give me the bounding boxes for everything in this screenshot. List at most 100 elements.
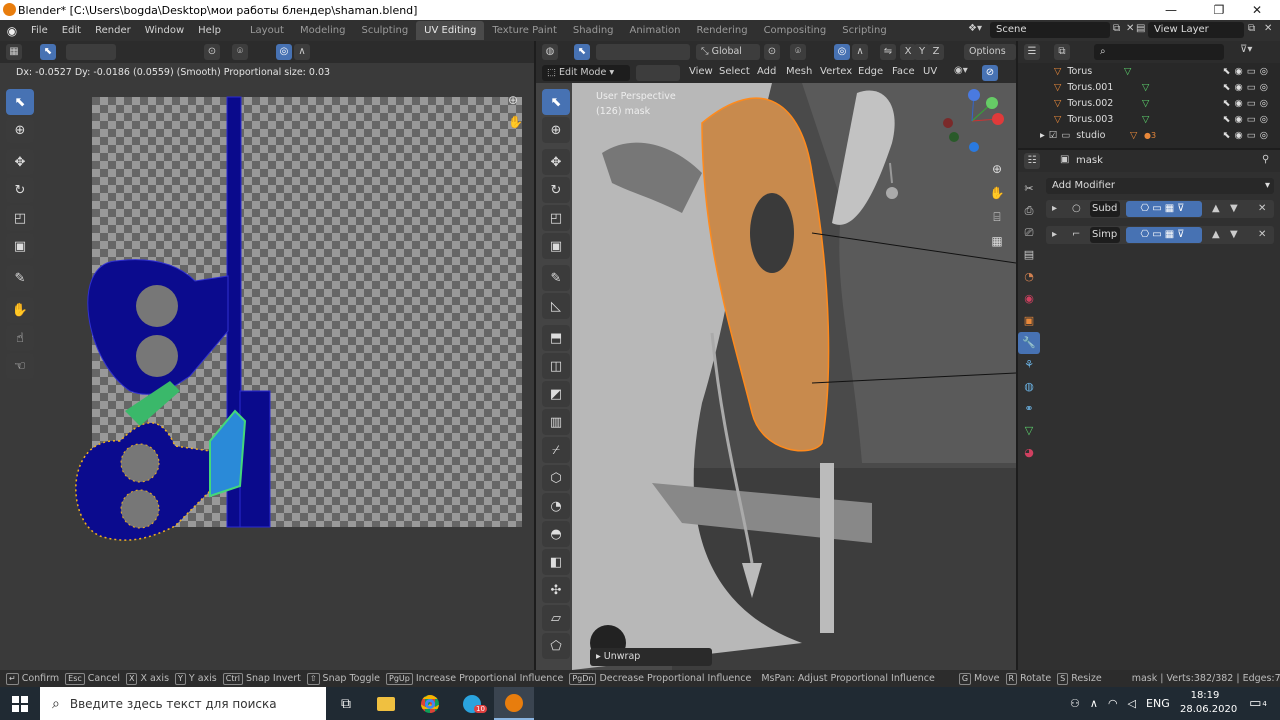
- uv-zoom-icon[interactable]: ⊕: [508, 93, 518, 107]
- pin-icon[interactable]: ⚲: [1262, 154, 1269, 165]
- object-tab-icon[interactable]: ▣: [1018, 310, 1040, 332]
- outliner-row[interactable]: ▸ ☑ ▭ studio ▽ ●3 ⬉◉▭◎: [1018, 128, 1280, 144]
- remove-modifier-icon[interactable]: ✕: [1258, 203, 1266, 214]
- move-down-icon[interactable]: ▼: [1230, 203, 1238, 214]
- 3d-viewport[interactable]: ◍ ⬉ ⤡ Global ⊙ ⌾ ◎ ∧ ⇋ X Y Z Options ▾ ⬚…: [536, 41, 1016, 670]
- viewport-editor-type-icon[interactable]: ◍: [542, 44, 558, 60]
- camera-view-icon[interactable]: ⌸: [988, 205, 1006, 229]
- rotate-tool[interactable]: ↻: [6, 177, 34, 203]
- snap-icon[interactable]: ⌾: [232, 44, 248, 60]
- outliner-row[interactable]: ▽ Torus.001 ▽ ⬉◉▭◎: [1018, 80, 1280, 96]
- workspace-tab-animation[interactable]: Animation: [622, 21, 689, 40]
- outliner-editor-type-icon[interactable]: ☰: [1024, 44, 1040, 60]
- close-button[interactable]: ✕: [1234, 0, 1280, 20]
- transform-tool[interactable]: ▣: [6, 233, 34, 259]
- workspace-tab-compositing[interactable]: Compositing: [756, 21, 835, 40]
- modifier-toggles-icon[interactable]: ⎔▭▦⊽: [1126, 227, 1202, 243]
- mode-dropdown[interactable]: ⬚ Edit Mode ▾: [542, 65, 630, 81]
- uv-editor[interactable]: ▦ ⬉ ⊙ ⌾ ◎ ∧ Dx: -0.0527 Dy: -0.0186 (0.0…: [0, 41, 534, 670]
- viewport-pivot-icon[interactable]: ⊙: [764, 44, 780, 60]
- viewport-snap-icon[interactable]: ⌾: [790, 44, 806, 60]
- constraints-tab-icon[interactable]: ⚭: [1018, 398, 1040, 420]
- vp-select-tool[interactable]: ⬉: [542, 89, 570, 115]
- shear-tool[interactable]: ▱: [542, 605, 570, 631]
- editor-type-icon[interactable]: ▦: [6, 44, 22, 60]
- smooth-tool[interactable]: ◓: [542, 521, 570, 547]
- people-icon[interactable]: ⚇: [1070, 697, 1080, 710]
- mirror-icon[interactable]: ⇋: [880, 44, 896, 60]
- viewport-select-icon[interactable]: ⬉: [574, 44, 590, 60]
- select-box-tool[interactable]: ⬉: [6, 89, 34, 115]
- clock[interactable]: 18:19 28.06.2020: [1180, 689, 1237, 717]
- modifier-name-field[interactable]: Simp: [1090, 227, 1120, 243]
- particles-tab-icon[interactable]: ⚘: [1018, 354, 1040, 376]
- cursor-tool[interactable]: ⊕: [6, 117, 34, 143]
- vp-rotate-tool[interactable]: ↻: [542, 177, 570, 203]
- uv-sync-select-icon[interactable]: ⬉: [40, 44, 56, 60]
- workspace-tab-scripting[interactable]: Scripting: [834, 21, 894, 40]
- row-toggles-icon[interactable]: ⬉◉▭◎: [1222, 96, 1272, 112]
- vp-cursor-tool[interactable]: ⊕: [542, 117, 570, 143]
- scene-tab-icon[interactable]: ◔: [1018, 266, 1040, 288]
- scale-tool[interactable]: ◰: [6, 205, 34, 231]
- modifier-toggles-icon[interactable]: ⎔▭▦⊽: [1126, 201, 1202, 217]
- extrude-tool[interactable]: ⬒: [542, 325, 570, 351]
- blender-taskbar-icon[interactable]: [494, 687, 534, 720]
- row-toggles-icon[interactable]: ⬉◉▭◎: [1222, 64, 1272, 80]
- bevel-tool[interactable]: ◩: [542, 381, 570, 407]
- proportional-edit-icon[interactable]: ◎: [276, 44, 292, 60]
- workspace-tab-sculpting[interactable]: Sculpting: [353, 21, 416, 40]
- outliner-row[interactable]: ▽ Torus.002 ▽ ⬉◉▭◎: [1018, 96, 1280, 112]
- task-view-button[interactable]: ⧉: [326, 687, 366, 720]
- world-tab-icon[interactable]: ◉: [1018, 288, 1040, 310]
- vp-move-tool[interactable]: ✥: [542, 149, 570, 175]
- scene-selector-icon[interactable]: ❖▾: [968, 23, 982, 34]
- scene-render[interactable]: [572, 83, 1016, 670]
- expand-icon[interactable]: ▸: [1040, 128, 1045, 144]
- notification-center[interactable]: ▭ 4: [1240, 687, 1276, 720]
- element-mode-group[interactable]: [636, 65, 680, 81]
- start-button[interactable]: [0, 687, 40, 720]
- rip-region-tool[interactable]: ⬠: [542, 633, 570, 659]
- outliner-row[interactable]: ▽ Torus.003 ▽ ⬉◉▭◎: [1018, 112, 1280, 128]
- menu-uv[interactable]: UV: [916, 66, 944, 77]
- row-toggles-icon[interactable]: ⬉◉▭◎: [1222, 80, 1272, 96]
- row-toggles-icon[interactable]: ⬉◉▭◎: [1222, 112, 1272, 128]
- annotate-tool[interactable]: ✎: [6, 265, 34, 291]
- scene-copy-icon[interactable]: ⧉: [1113, 23, 1120, 34]
- workspace-tab-modeling[interactable]: Modeling: [292, 21, 354, 40]
- display-mode-icon[interactable]: ⧉: [1054, 44, 1070, 60]
- zoom-icon[interactable]: ⊕: [988, 157, 1006, 181]
- view-layer-remove-icon[interactable]: ✕: [1264, 23, 1272, 34]
- remove-modifier-icon[interactable]: ✕: [1258, 229, 1266, 240]
- vp-annotate-tool[interactable]: ✎: [542, 265, 570, 291]
- tool-tab-icon[interactable]: ✂: [1018, 178, 1040, 200]
- material-tab-icon[interactable]: ◕: [1018, 442, 1040, 464]
- navigation-gizmo[interactable]: [940, 89, 1004, 153]
- modifier-name-field[interactable]: Subd: [1090, 201, 1120, 217]
- select-mode-group[interactable]: [596, 44, 690, 60]
- blender-menu-icon[interactable]: ◉: [0, 24, 24, 38]
- language-indicator[interactable]: ENG: [1146, 697, 1170, 710]
- view-layer-tab-icon[interactable]: ▤: [1018, 244, 1040, 266]
- vp-transform-tool[interactable]: ▣: [542, 233, 570, 259]
- modifier-tab-icon[interactable]: 🔧: [1018, 332, 1040, 354]
- expand-icon[interactable]: ▸: [1052, 229, 1057, 240]
- workspace-tab-shading[interactable]: Shading: [565, 21, 622, 40]
- chrome-icon[interactable]: [410, 687, 450, 720]
- pinch-tool[interactable]: ☜: [6, 353, 34, 379]
- view-layer-field[interactable]: View Layer: [1148, 22, 1244, 38]
- transform-orientation-dropdown[interactable]: ⤡ Global: [696, 44, 760, 60]
- vp-measure-tool[interactable]: ◺: [542, 293, 570, 319]
- knife-tool[interactable]: ⌿: [542, 437, 570, 463]
- edge-slide-tool[interactable]: ◧: [542, 549, 570, 575]
- expand-icon[interactable]: ▸: [1052, 203, 1057, 214]
- row-toggles-icon[interactable]: ⬉◉▭◎: [1222, 128, 1272, 144]
- add-modifier-dropdown[interactable]: Add Modifier ▾: [1046, 178, 1274, 194]
- uv-islands[interactable]: [60, 91, 280, 591]
- move-up-icon[interactable]: ▲: [1212, 229, 1220, 240]
- physics-tab-icon[interactable]: ◍: [1018, 376, 1040, 398]
- volume-icon[interactable]: ◁: [1128, 697, 1136, 710]
- viewport-proportional-icon[interactable]: ◎: [834, 44, 850, 60]
- shrink-fatten-tool[interactable]: ✣: [542, 577, 570, 603]
